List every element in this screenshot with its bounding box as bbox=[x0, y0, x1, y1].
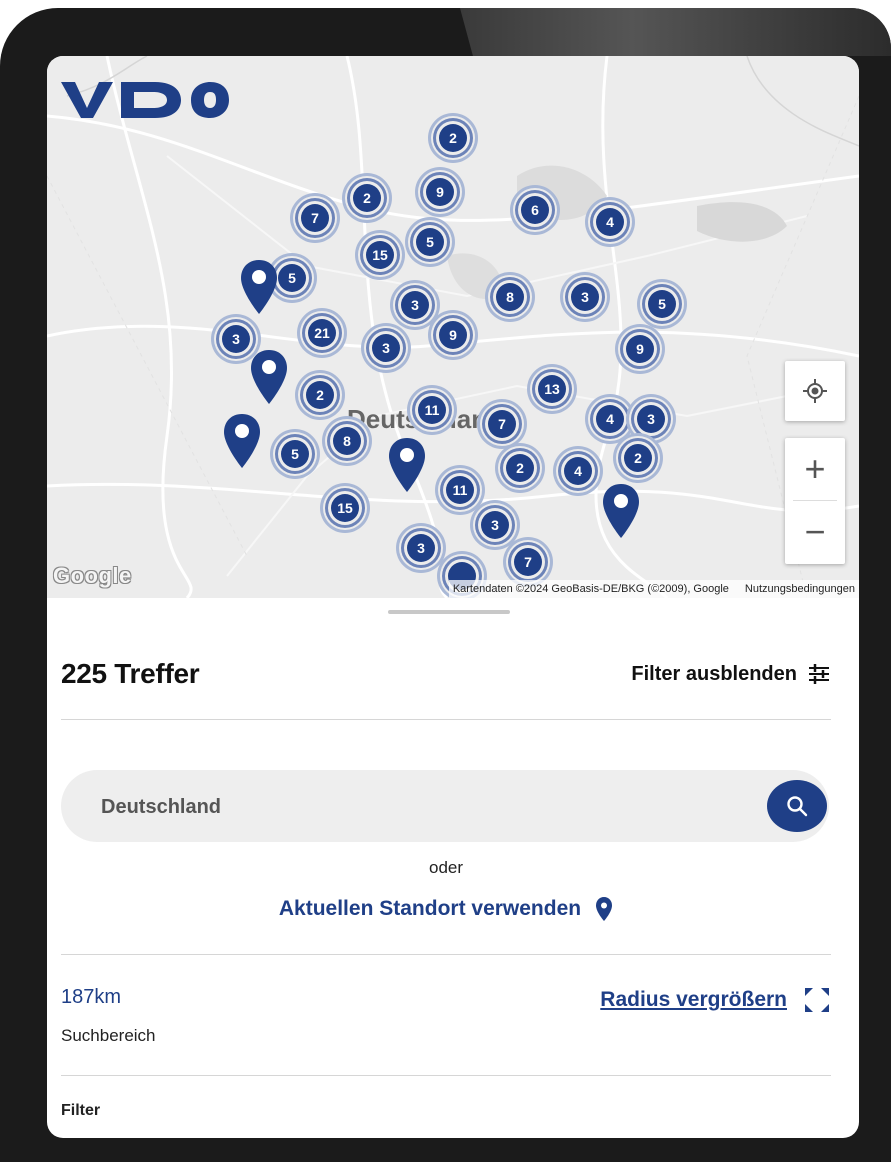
map-cluster-marker[interactable]: 2 bbox=[306, 381, 334, 409]
map-cluster-marker[interactable]: 11 bbox=[418, 396, 446, 424]
map-cluster-marker[interactable]: 5 bbox=[278, 264, 306, 292]
google-logo: Google bbox=[53, 563, 132, 588]
crosshair-icon bbox=[803, 379, 827, 403]
map-cluster-marker[interactable]: 9 bbox=[439, 321, 467, 349]
frame-reflection bbox=[460, 8, 891, 56]
map-cluster-marker[interactable]: 4 bbox=[596, 405, 624, 433]
map-cluster-marker[interactable]: 3 bbox=[407, 534, 435, 562]
map-pin-icon[interactable] bbox=[239, 258, 279, 316]
radius-value: 187km bbox=[61, 986, 122, 1008]
map-cluster-marker[interactable]: 9 bbox=[626, 335, 654, 363]
hide-filter-button[interactable]: Filter ausblenden bbox=[631, 663, 831, 686]
map-cluster-marker[interactable]: 7 bbox=[488, 410, 516, 438]
map-attribution: Kartendaten ©2024 GeoBasis-DE/BKG (©2009… bbox=[452, 583, 729, 595]
map-cluster-marker[interactable]: 7 bbox=[301, 204, 329, 232]
map-cluster-marker[interactable]: 5 bbox=[281, 440, 309, 468]
map-cluster-marker[interactable]: 3 bbox=[571, 283, 599, 311]
increase-radius-link[interactable]: Radius vergrößern bbox=[600, 986, 831, 1014]
terms-link[interactable]: Nutzungsbedingungen bbox=[745, 583, 855, 595]
map-cluster-marker[interactable]: 4 bbox=[596, 208, 624, 236]
map-cluster-marker[interactable]: 21 bbox=[308, 319, 336, 347]
expand-icon bbox=[805, 988, 829, 1012]
zoom-in-button[interactable]: + bbox=[785, 438, 845, 500]
map-cluster-marker[interactable]: 3 bbox=[481, 511, 509, 539]
map-cluster-marker[interactable]: 5 bbox=[416, 228, 444, 256]
zoom-out-button[interactable]: − bbox=[785, 501, 845, 563]
map-cluster-marker[interactable]: 2 bbox=[624, 444, 652, 472]
results-header: 225 Treffer Filter ausblenden bbox=[61, 658, 831, 690]
location-pin-icon bbox=[596, 897, 613, 921]
map-cluster-marker[interactable]: 11 bbox=[446, 476, 474, 504]
map-cluster-marker[interactable]: 2 bbox=[353, 184, 381, 212]
map-cluster-marker[interactable]: 8 bbox=[333, 427, 361, 455]
map-cluster-marker[interactable]: 3 bbox=[372, 334, 400, 362]
use-location-label: Aktuellen Standort verwenden bbox=[278, 897, 582, 920]
hide-filter-label: Filter ausblenden bbox=[631, 662, 797, 685]
map-cluster-marker[interactable]: 4 bbox=[564, 457, 592, 485]
map-attribution-bar: Kartendaten ©2024 GeoBasis-DE/BKG (©2009… bbox=[448, 580, 859, 598]
map[interactable]: Deutschland 2729641555383532139921113438… bbox=[47, 56, 859, 598]
map-cluster-marker[interactable]: 9 bbox=[426, 178, 454, 206]
map-pin-icon[interactable] bbox=[249, 348, 289, 406]
map-cluster-marker[interactable]: 2 bbox=[506, 454, 534, 482]
use-current-location-link[interactable]: Aktuellen Standort verwenden bbox=[61, 896, 831, 922]
drag-handle[interactable] bbox=[388, 610, 510, 614]
search-input[interactable] bbox=[99, 788, 703, 826]
map-cluster-marker[interactable]: 3 bbox=[222, 325, 250, 353]
sliders-icon bbox=[809, 664, 829, 684]
filter-heading: Filter bbox=[61, 1102, 101, 1119]
increase-radius-label: Radius vergrößern bbox=[600, 988, 787, 1011]
map-pin-icon[interactable] bbox=[601, 482, 641, 540]
map-cluster-marker[interactable]: 5 bbox=[648, 290, 676, 318]
app-screen: Deutschland 2729641555383532139921113438… bbox=[47, 56, 859, 1138]
map-cluster-marker[interactable]: 6 bbox=[521, 196, 549, 224]
map-cluster-marker[interactable]: 15 bbox=[366, 241, 394, 269]
map-cluster-marker[interactable]: 13 bbox=[538, 375, 566, 403]
map-cluster-marker[interactable]: 7 bbox=[514, 548, 542, 576]
divider bbox=[61, 719, 831, 720]
map-cluster-marker[interactable]: 2 bbox=[439, 124, 467, 152]
radius-label: Suchbereich bbox=[61, 1026, 156, 1045]
map-cluster-marker[interactable]: 3 bbox=[401, 291, 429, 319]
divider bbox=[61, 1075, 831, 1076]
or-separator: oder bbox=[428, 858, 464, 877]
search-icon bbox=[787, 796, 808, 817]
vdo-logo bbox=[59, 78, 229, 125]
map-cluster-marker[interactable]: 3 bbox=[637, 405, 665, 433]
zoom-control: + − bbox=[785, 438, 845, 564]
map-cluster-marker[interactable]: 15 bbox=[331, 494, 359, 522]
map-cluster-marker[interactable]: 8 bbox=[496, 283, 524, 311]
search-button[interactable] bbox=[767, 780, 827, 832]
divider bbox=[61, 954, 831, 955]
map-pin-icon[interactable] bbox=[222, 412, 262, 470]
search-bar bbox=[61, 770, 829, 842]
results-count: 225 Treffer bbox=[61, 658, 200, 689]
map-pin-icon[interactable] bbox=[387, 436, 427, 494]
locate-me-button[interactable] bbox=[785, 361, 845, 421]
